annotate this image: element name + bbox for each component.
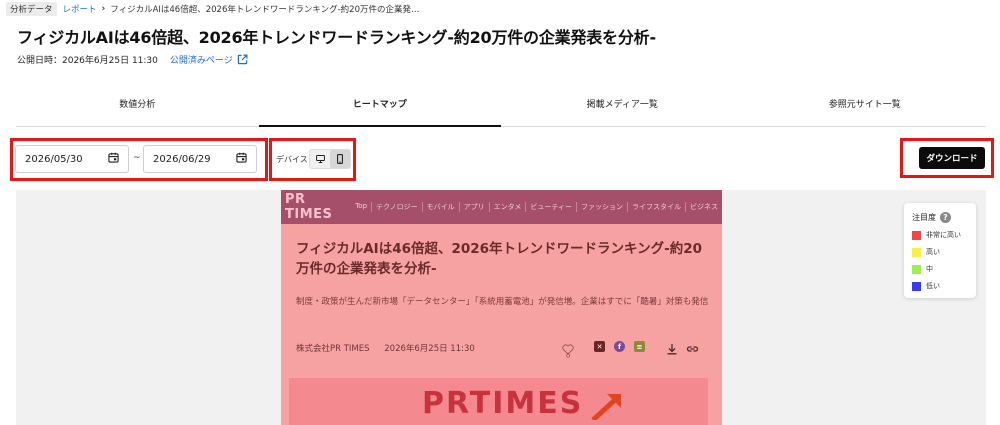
- preview-nav-item: アプリ: [458, 202, 489, 212]
- preview-main-image: PRTIMES: [289, 378, 708, 425]
- breadcrumb-current: フィジカルAIは46倍超、2026年トレンドワードランキング-約20万件の企業発…: [110, 5, 420, 15]
- like-count: 0: [566, 352, 571, 360]
- link-icon: [686, 340, 699, 359]
- preview-nav-item: モバイル: [421, 202, 459, 212]
- preview-byline: 株式会社PR TIMES 2026年6月25日 11:30: [296, 342, 475, 354]
- legend-item: 中: [912, 264, 968, 274]
- legend-swatch: [912, 247, 921, 257]
- legend-item: 高い: [912, 247, 968, 257]
- heatmap-preview[interactable]: PR TIMES Top テクノロジー モバイル アプリ エンタメ ビューティー…: [281, 190, 722, 425]
- breadcrumb-root[interactable]: 分析データ: [6, 2, 57, 16]
- legend-title: 注目度: [912, 213, 936, 222]
- legend-swatch: [912, 230, 921, 240]
- chevron-right-icon: ›: [101, 4, 106, 14]
- calendar-icon[interactable]: [108, 152, 119, 166]
- legend-swatch: [912, 281, 921, 291]
- preview-title: フィジカルAIは46倍超、2026年トレンドワードランキング-約20万件の企業発…: [296, 241, 703, 277]
- desktop-icon: [315, 155, 325, 163]
- date-range-separator: ~: [133, 153, 141, 163]
- preview-nav-item: テクノロジー: [371, 202, 422, 212]
- start-date-value: 2026/05/30: [25, 153, 83, 165]
- tab-bar: 数値分析 ヒートマップ 掲載メディア一覧 参照元サイト一覧: [16, 88, 986, 127]
- legend-label: 高い: [926, 248, 940, 256]
- download-button[interactable]: ダウンロード: [919, 147, 985, 169]
- end-date-input[interactable]: 2026/06/29: [143, 145, 257, 173]
- arrow-icon: [591, 394, 621, 420]
- facebook-share-icon: f: [614, 341, 625, 352]
- tab-media-list[interactable]: 掲載メディア一覧: [501, 88, 744, 126]
- start-date-input[interactable]: 2026/05/30: [15, 145, 129, 173]
- calendar-icon[interactable]: [236, 152, 247, 166]
- published-page-link[interactable]: 公開済みページ: [170, 53, 233, 66]
- device-mobile-button[interactable]: [330, 150, 350, 168]
- end-date-value: 2026/06/29: [153, 153, 211, 165]
- breadcrumb: 分析データ レポート › フィジカルAIは46倍超、2026年トレンドワードラン…: [6, 2, 419, 16]
- page-title: フィジカルAIは46倍超、2026年トレンドワードランキング-約20万件の企業発…: [17, 28, 656, 47]
- preview-nav-item: ライフスタイル: [627, 202, 685, 212]
- line-share-icon: ≡: [634, 341, 645, 352]
- preview-nav-item: Top: [355, 202, 368, 210]
- published-datetime: 公開日時：2026年6月25日 11:30: [17, 56, 158, 66]
- device-desktop-button[interactable]: [310, 150, 330, 168]
- legend-label: 低い: [926, 282, 940, 290]
- mobile-icon: [337, 154, 343, 164]
- legend-item: 非常に高い: [912, 230, 968, 240]
- legend-label: 非常に高い: [926, 231, 961, 239]
- legend-title-row: 注目度 ?: [912, 212, 968, 223]
- tab-heatmap[interactable]: ヒートマップ: [258, 88, 502, 127]
- download-icon: [666, 340, 678, 359]
- heatmap-legend: 注目度 ? 非常に高い 高い 中 低い: [904, 203, 976, 298]
- preview-subtitle: 制度・政策が生んだ新市場「データセンター」「系統用蓄電池」が発信増。企業はすでに…: [296, 297, 709, 307]
- publish-meta: 公開日時：2026年6月25日 11:30 公開済みページ: [17, 53, 248, 66]
- legend-item: 低い: [912, 281, 968, 291]
- device-label: デバイス: [276, 155, 308, 164]
- help-icon[interactable]: ?: [940, 212, 951, 223]
- preview-nav-item: ビューティー: [525, 202, 576, 212]
- legend-label: 中: [926, 265, 933, 273]
- breadcrumb-link-report[interactable]: レポート: [63, 3, 97, 15]
- preview-nav-item: ファッション: [576, 202, 627, 212]
- preview-company: 株式会社PR TIMES: [296, 344, 370, 354]
- device-toggle: [309, 149, 351, 169]
- tab-referrer-list[interactable]: 参照元サイト一覧: [744, 88, 987, 126]
- preview-nav-items: Top テクノロジー モバイル アプリ エンタメ ビューティー ファッション ラ…: [353, 202, 722, 212]
- preview-date: 2026年6月25日 11:30: [384, 344, 475, 354]
- external-link-icon[interactable]: [237, 54, 248, 65]
- tab-numeric-analysis[interactable]: 数値分析: [16, 88, 259, 126]
- preview-navbar: PR TIMES Top テクノロジー モバイル アプリ エンタメ ビューティー…: [281, 190, 722, 224]
- legend-swatch: [912, 264, 921, 274]
- preview-nav-item: ビジネス: [685, 202, 722, 212]
- preview-image-logo: PRTIMES: [422, 386, 584, 421]
- x-share-icon: ✕: [594, 341, 605, 352]
- heatmap-stage: PR TIMES Top テクノロジー モバイル アプリ エンタメ ビューティー…: [16, 190, 986, 425]
- preview-nav-item: エンタメ: [488, 202, 526, 212]
- preview-logo: PR TIMES: [285, 192, 333, 222]
